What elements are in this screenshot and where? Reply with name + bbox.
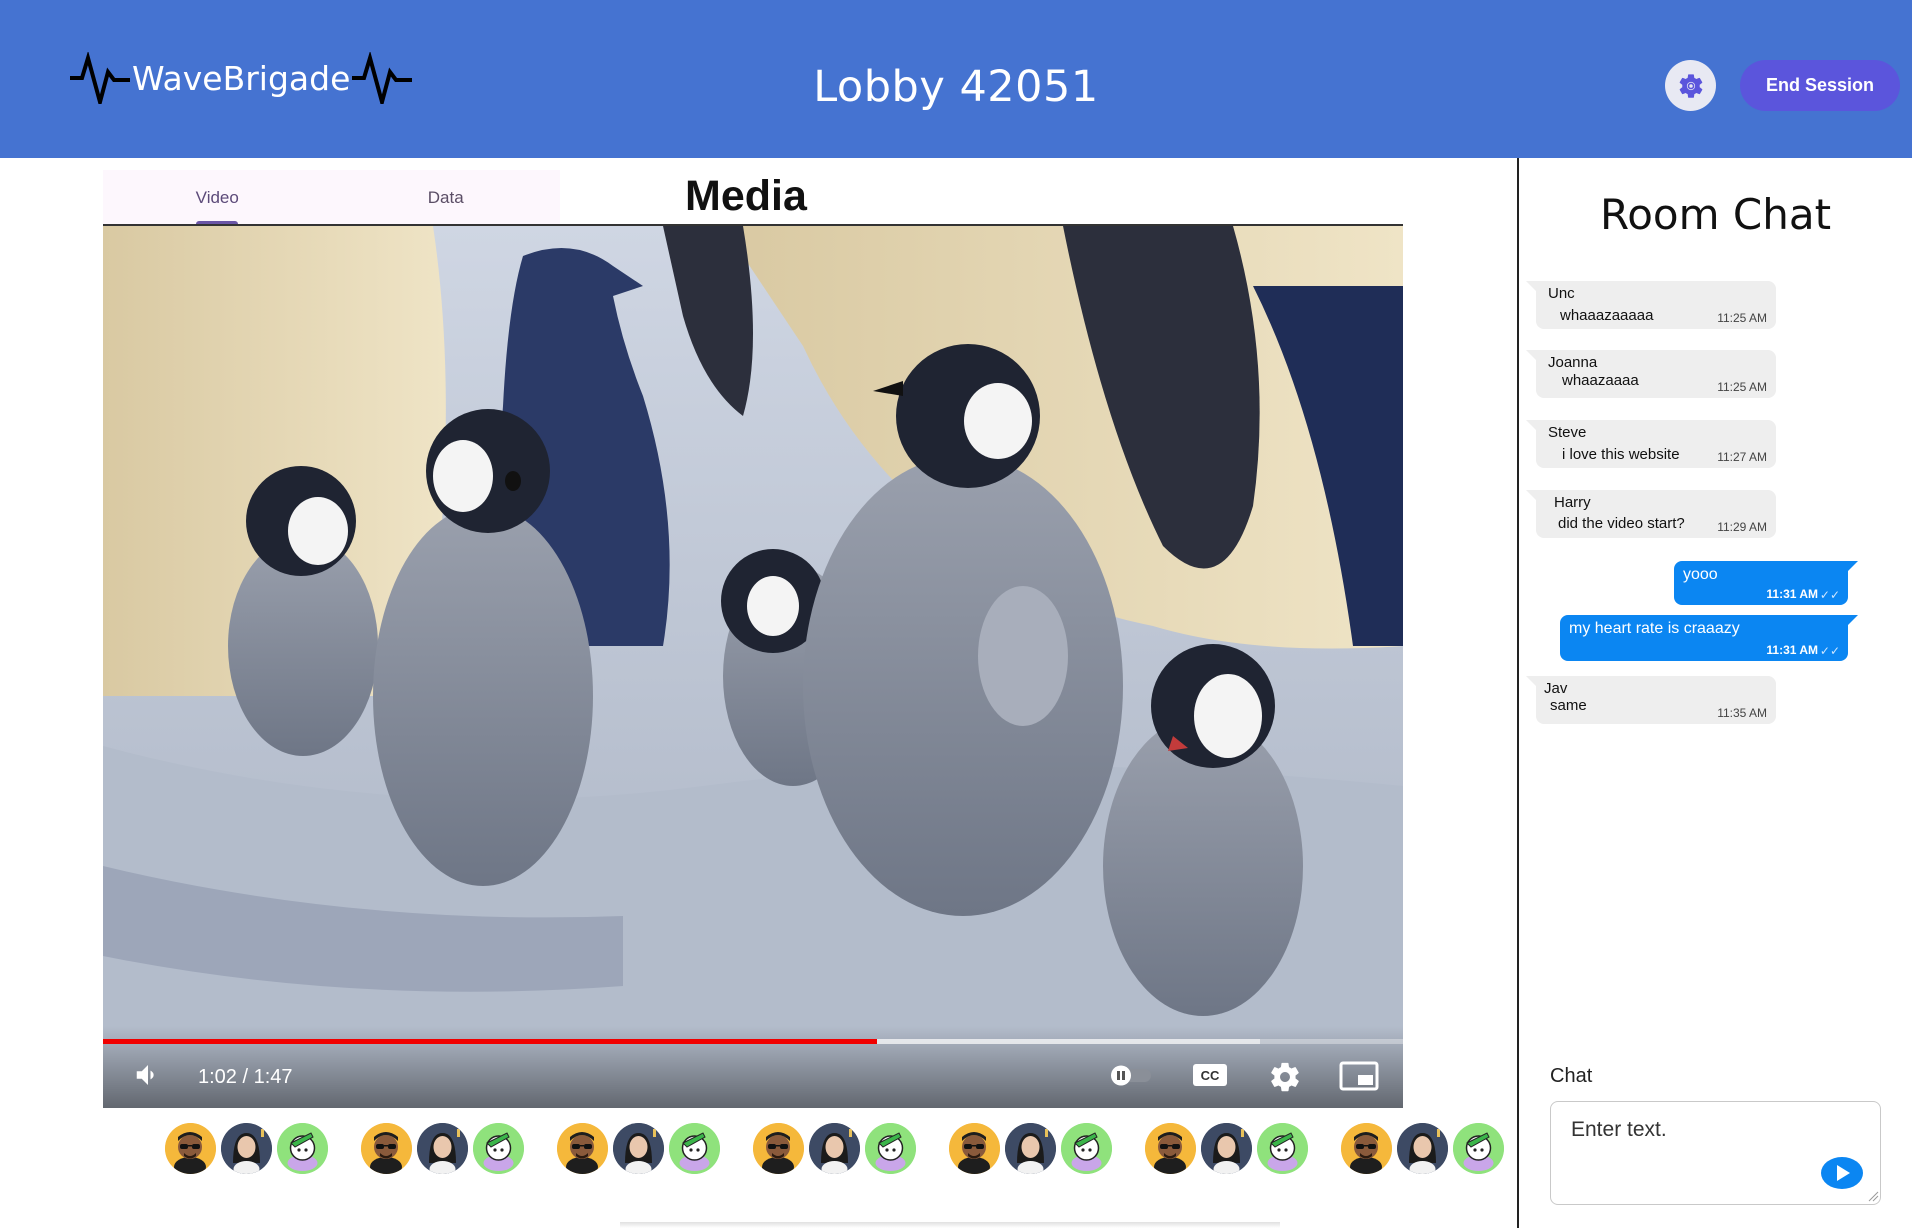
send-button[interactable]	[1820, 1156, 1864, 1190]
participant-avatar[interactable]	[361, 1123, 412, 1174]
message-time: 11:31 AM	[1766, 643, 1818, 657]
message-sender: Steve	[1548, 424, 1587, 441]
chat-message: Jav same 11:35 AM	[1526, 676, 1776, 724]
participant-avatar[interactable]	[1341, 1123, 1392, 1174]
chat-message-outgoing: yooo 11:31 AM ✓✓	[1674, 561, 1858, 605]
participant-avatar[interactable]	[1397, 1123, 1448, 1174]
participant-avatar[interactable]	[277, 1123, 328, 1174]
miniplayer-icon	[1339, 1061, 1379, 1091]
participant-avatar[interactable]	[1201, 1123, 1252, 1174]
participant-avatar[interactable]	[1453, 1123, 1504, 1174]
volume-button[interactable]	[133, 1060, 163, 1090]
app-header: WaveBrigade Lobby 42051 End Session	[0, 0, 1912, 158]
media-title: Media	[685, 172, 807, 220]
captions-icon: CC	[1193, 1064, 1227, 1086]
video-player[interactable]: 1:02 / 1:47 CC	[103, 226, 1403, 1108]
message-time: 11:27 AM	[1717, 450, 1767, 464]
participant-avatar[interactable]	[165, 1123, 216, 1174]
chat-title: Room Chat	[1599, 190, 1832, 239]
autoplay-toggle-icon	[1111, 1065, 1151, 1086]
participant-avatar[interactable]	[809, 1123, 860, 1174]
captions-button[interactable]: CC	[1191, 1060, 1229, 1090]
participant-avatar[interactable]	[865, 1123, 916, 1174]
tab-video[interactable]: Video	[103, 170, 332, 225]
participant-avatar[interactable]	[669, 1123, 720, 1174]
lobby-title: Lobby 42051	[813, 62, 1099, 112]
message-text: whaaazaaaaa	[1560, 307, 1654, 324]
read-check-icon: ✓✓	[1819, 588, 1840, 602]
bottom-shadow	[620, 1222, 1280, 1228]
message-time: 11:35 AM	[1717, 706, 1767, 720]
time-display: 1:02 / 1:47	[198, 1066, 293, 1088]
message-text: yooo	[1683, 566, 1718, 583]
end-session-button[interactable]: End Session	[1740, 60, 1900, 111]
volume-icon	[136, 1065, 154, 1085]
participant-avatar[interactable]	[417, 1123, 468, 1174]
participant-avatar[interactable]	[473, 1123, 524, 1174]
participant-avatar[interactable]	[1145, 1123, 1196, 1174]
message-sender: Unc	[1548, 285, 1575, 302]
media-tabs: Video Data	[103, 170, 560, 225]
message-text: my heart rate is craaazy	[1569, 620, 1740, 637]
resize-handle-icon[interactable]	[1867, 1190, 1879, 1202]
participant-avatar[interactable]	[753, 1123, 804, 1174]
chat-message: Harry did the video start? 11:29 AM	[1526, 490, 1776, 538]
tab-data[interactable]: Data	[332, 170, 561, 225]
participant-avatar[interactable]	[1005, 1123, 1056, 1174]
message-sender: Jav	[1544, 680, 1568, 697]
miniplayer-button[interactable]	[1339, 1060, 1379, 1092]
message-time: 11:25 AM	[1717, 380, 1767, 394]
settings-button[interactable]	[1665, 60, 1716, 111]
player-settings-button[interactable]	[1268, 1060, 1302, 1094]
message-sender: Joanna	[1548, 354, 1598, 371]
svg-text:CC: CC	[1201, 1068, 1220, 1083]
chat-message: Steve i love this website 11:27 AM	[1526, 420, 1776, 468]
message-time: 11:29 AM	[1717, 520, 1767, 534]
message-sender: Harry	[1554, 494, 1591, 511]
gear-icon	[1679, 73, 1702, 98]
participant-avatars	[165, 1123, 1537, 1175]
participant-avatar[interactable]	[557, 1123, 608, 1174]
message-time: 11:25 AM	[1717, 311, 1767, 325]
participant-avatar[interactable]	[1257, 1123, 1308, 1174]
chat-message: Unc whaaazaaaaa 11:25 AM	[1526, 281, 1776, 329]
progress-bar[interactable]	[103, 1039, 1403, 1044]
message-text: same	[1550, 697, 1587, 714]
autoplay-toggle[interactable]	[1105, 1060, 1155, 1090]
chat-message-outgoing: my heart rate is craaazy 11:31 AM ✓✓	[1560, 615, 1858, 661]
chat-input-label: Chat	[1550, 1065, 1593, 1087]
message-text: i love this website	[1562, 446, 1680, 463]
participant-avatar[interactable]	[221, 1123, 272, 1174]
participant-avatar[interactable]	[1061, 1123, 1112, 1174]
video-frame	[103, 226, 1403, 1108]
chat-message: Joanna whaazaaaa 11:25 AM	[1526, 350, 1776, 398]
read-check-icon: ✓✓	[1819, 644, 1840, 658]
participant-avatar[interactable]	[949, 1123, 1000, 1174]
message-text: whaazaaaa	[1562, 372, 1639, 389]
message-text: did the video start?	[1558, 515, 1685, 532]
chat-divider	[1517, 158, 1519, 1228]
played-bar	[103, 1039, 877, 1044]
participant-avatar[interactable]	[613, 1123, 664, 1174]
message-time: 11:31 AM	[1766, 587, 1818, 601]
send-icon	[1821, 1157, 1863, 1189]
settings-gear-icon	[1271, 1062, 1299, 1092]
